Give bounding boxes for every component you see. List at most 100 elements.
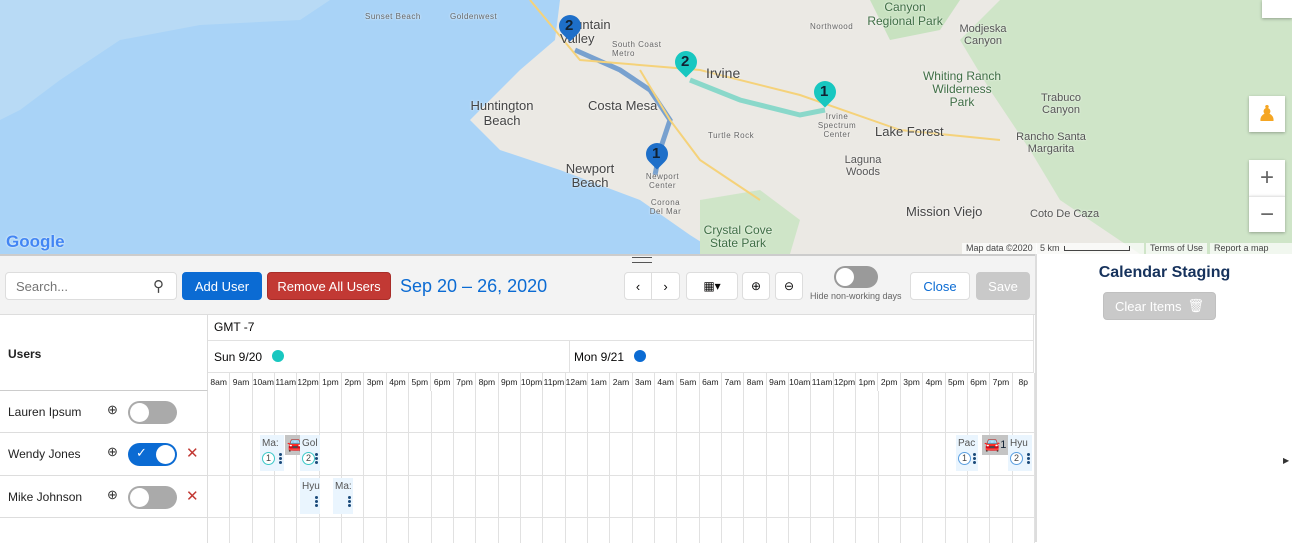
report-error-link[interactable]: Report a map error — [1210, 243, 1292, 254]
pin-label: 2 — [681, 53, 690, 70]
scale-label: 5 km — [1040, 243, 1060, 253]
zoom-out-icon[interactable]: ⊖ — [775, 272, 803, 300]
zoom-in-button[interactable]: + — [1249, 160, 1285, 196]
hour-gridline — [519, 391, 521, 543]
hour-gridline — [698, 391, 700, 543]
calendar-event[interactable]: Hyu 2 — [1008, 435, 1032, 471]
hour-label: 6pm — [432, 373, 454, 391]
trash-icon: 🗑 — [1187, 298, 1204, 313]
hour-label: 2am — [610, 373, 633, 391]
hour-gridline — [676, 391, 678, 543]
zoom-user-icon[interactable]: ⊕ — [107, 444, 118, 460]
save-button[interactable]: Save — [976, 272, 1030, 300]
more-options-icon[interactable] — [315, 453, 318, 465]
hour-gridline — [743, 391, 745, 543]
map-label: Modjeska Canyon — [959, 23, 1007, 47]
calendar-event[interactable]: Pac 1 — [956, 435, 978, 471]
more-options-icon[interactable] — [348, 496, 351, 508]
map-label: Irvine — [706, 65, 741, 81]
row-divider — [208, 517, 1034, 518]
staging-title: Calendar Staging — [1098, 264, 1231, 281]
hour-label: 1am — [588, 373, 611, 391]
zoom-out-button[interactable]: − — [1249, 196, 1285, 232]
close-button[interactable]: Close — [910, 272, 970, 300]
user-enabled-toggle[interactable] — [128, 401, 177, 424]
hour-label: 2pm — [879, 373, 901, 391]
hour-gridline — [877, 391, 879, 543]
hour-gridline — [721, 391, 723, 543]
users-header: Users — [8, 347, 42, 361]
day-header-mon: Mon 9/21 — [570, 341, 1034, 373]
hour-label: 7am — [722, 373, 745, 391]
hour-gridline — [430, 391, 432, 543]
more-options-icon[interactable] — [279, 453, 282, 465]
hour-gridline — [341, 391, 343, 543]
previous-button[interactable]: ‹ — [624, 272, 652, 300]
user-enabled-toggle[interactable]: ✓ — [128, 443, 177, 466]
hour-label: 9am — [230, 373, 253, 391]
calendar-view-dropdown-icon[interactable]: ▦▾ — [686, 272, 738, 300]
hour-label: 3am — [633, 373, 655, 391]
stop-number-badge: 2 — [1010, 452, 1023, 465]
next-button[interactable]: › — [651, 272, 680, 300]
hour-gridline — [497, 391, 499, 543]
event-title: Hyu — [302, 481, 320, 492]
more-options-icon[interactable] — [1027, 453, 1030, 465]
resize-handle-icon[interactable] — [632, 257, 652, 263]
hour-label: 3pm — [364, 373, 387, 391]
google-logo: Google — [6, 232, 65, 251]
hour-gridline — [586, 391, 588, 543]
day-header-sun: Sun 9/20 — [208, 341, 570, 373]
hour-label: 10am — [789, 373, 812, 391]
zoom-user-icon[interactable]: ⊕ — [107, 402, 118, 418]
hour-label: 1pm — [320, 373, 343, 391]
map-label: Rancho Santa Margarita — [1016, 131, 1086, 155]
calendar-event[interactable]: Ma: — [333, 478, 353, 514]
hour-gridline — [788, 391, 790, 543]
hour-label: 12pm — [297, 373, 320, 391]
hour-gridline — [765, 391, 767, 543]
street-view-pegman-icon[interactable]: ♟ — [1249, 96, 1285, 132]
hour-gridline — [564, 391, 566, 543]
hour-gridline — [452, 391, 454, 543]
calendar-event[interactable]: Ma: 1 — [260, 435, 284, 471]
hour-label: 8am — [208, 373, 231, 391]
terms-link[interactable]: Terms of Use — [1146, 243, 1208, 254]
more-options-icon[interactable] — [315, 496, 318, 508]
user-enabled-toggle[interactable] — [128, 486, 177, 509]
search-input[interactable] — [5, 272, 177, 300]
remove-user-icon[interactable]: ✕ — [186, 487, 199, 505]
hour-gridline — [609, 391, 611, 543]
fullscreen-button[interactable] — [1262, 0, 1292, 18]
remove-all-users-button[interactable]: Remove All Users — [267, 272, 391, 300]
pin-label: 2 — [565, 17, 574, 34]
stop-number-badge: 1 — [262, 452, 275, 465]
hide-non-working-days-label: Hide non-working days — [810, 291, 902, 301]
more-options-icon[interactable] — [973, 453, 976, 465]
hour-label: 5pm — [409, 373, 432, 391]
calendar-event[interactable]: Hyu — [300, 478, 320, 514]
zoom-in-icon[interactable]: ⊕ — [742, 272, 770, 300]
day-label: Sun 9/20 — [214, 350, 263, 364]
hour-gridline — [922, 391, 924, 543]
calendar-event[interactable]: Gol 2 — [300, 435, 320, 471]
hour-gridline — [296, 391, 298, 543]
hide-non-working-days-toggle[interactable] — [834, 266, 878, 288]
schedule-grid: Users GMT -7 Sun 9/20 Mon 9/21 8am 9am 10a… — [0, 314, 1035, 543]
user-name: Wendy Jones — [8, 447, 81, 461]
event-title: Pac — [958, 438, 976, 449]
add-user-button[interactable]: Add User — [182, 272, 262, 300]
expand-arrow-icon[interactable]: ▶ — [1283, 456, 1289, 465]
map-label: Trabuco Canyon — [1041, 92, 1081, 116]
hour-gridline — [408, 391, 410, 543]
hour-label: 1pm — [856, 373, 879, 391]
remove-user-icon[interactable]: ✕ — [186, 444, 199, 462]
stop-number-badge: 2 — [302, 452, 315, 465]
zoom-user-icon[interactable]: ⊕ — [107, 487, 118, 503]
hour-label: 4am — [655, 373, 678, 391]
travel-block[interactable]: 🚘 1 — [982, 435, 1008, 455]
route-map[interactable]: Sunset Beach Goldenwest Fountain Valley … — [0, 0, 1292, 254]
day-label: Mon 9/21 — [574, 350, 625, 364]
travel-block[interactable]: 🚘 — [285, 435, 303, 455]
clear-items-button[interactable]: Clear Items 🗑 — [1103, 292, 1216, 320]
